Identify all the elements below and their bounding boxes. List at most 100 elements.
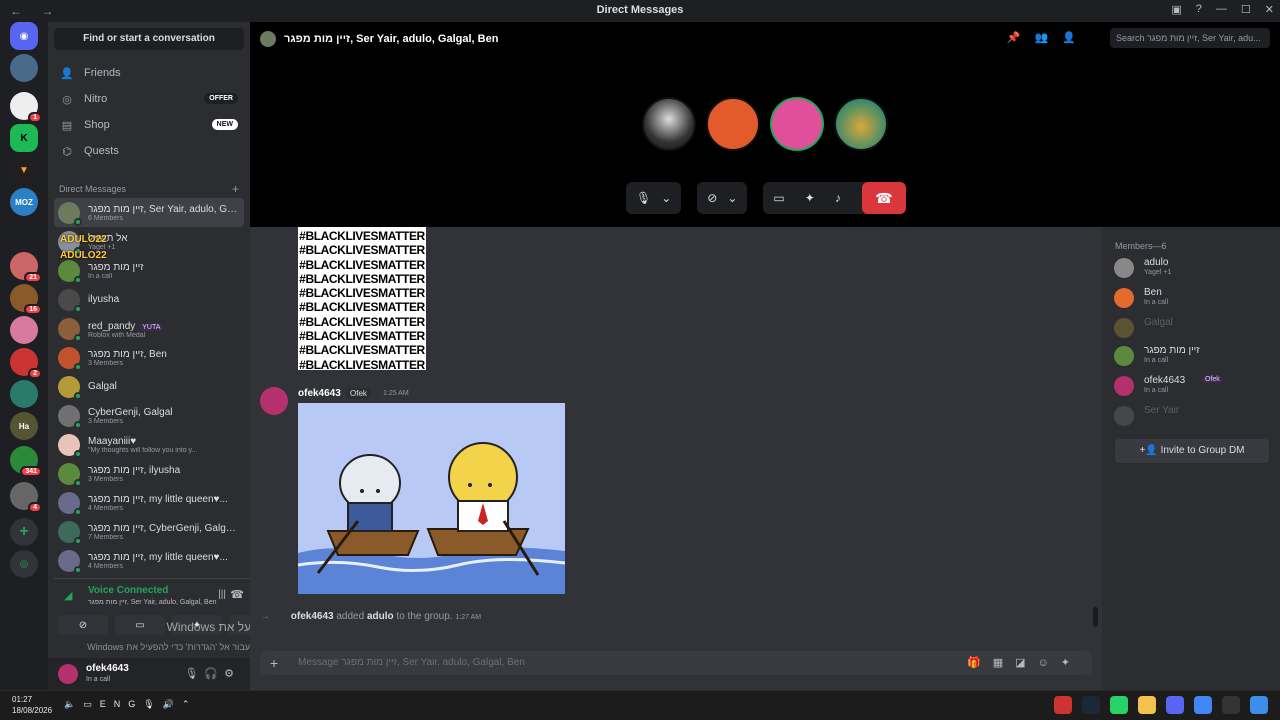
camera-control[interactable]: ⊘ ⌄ (697, 182, 748, 214)
dm-item[interactable]: זיין מות מפגר, Ben 3 Members (54, 343, 244, 372)
nav-friends[interactable]: 👤 Friends (54, 60, 244, 86)
windows-start-icon[interactable] (1250, 696, 1268, 714)
dm-item[interactable]: ilyusha (54, 285, 244, 314)
gift-icon[interactable]: 🎁 (967, 657, 993, 669)
speaker-icon[interactable]: 🔈 (64, 699, 83, 709)
maximize-icon[interactable]: ☐ (1241, 3, 1251, 16)
network-icon[interactable]: ▭ (83, 699, 100, 709)
member-item[interactable]: Ser Yair (1114, 403, 1274, 429)
dm-item[interactable]: זיין מות מפגר, my little queen♥... 4 Memb… (54, 546, 244, 575)
server-icon[interactable]: Ha (10, 412, 38, 440)
add-server-icon[interactable]: + (10, 518, 38, 546)
add-attachment-icon[interactable]: + (270, 655, 278, 671)
server-icon[interactable]: 1 (10, 92, 42, 123)
sticker-icon[interactable]: ◪ (1015, 657, 1037, 669)
server-icon[interactable]: 16 (10, 284, 42, 315)
server-icon[interactable]: 2 (10, 348, 42, 379)
steam-icon[interactable] (1082, 696, 1100, 714)
member-item[interactable]: Galgal (1114, 315, 1274, 341)
dm-item[interactable]: זיין מות מפגר, ilyusha 3 Members (54, 459, 244, 488)
clock[interactable]: 01:27 18/08/2026 (12, 694, 52, 716)
invite-button[interactable]: +👤 Invite to Group DM (1115, 439, 1269, 463)
participant-tile[interactable] (770, 97, 824, 151)
nav-nitro[interactable]: ◎ Nitro OFFER (54, 86, 244, 112)
username[interactable]: ofek4643 (86, 663, 129, 674)
chat-scrollbar[interactable] (1093, 607, 1098, 627)
discord-icon[interactable] (1166, 696, 1184, 714)
whatsapp-icon[interactable] (1110, 696, 1128, 714)
dm-item[interactable]: red_pandy YUTA Roblox with Medal (54, 314, 244, 343)
server-icon[interactable]: K (10, 124, 38, 152)
server-icon[interactable] (10, 380, 38, 408)
nav-quests[interactable]: ⌬ Quests (54, 138, 244, 164)
find-conversation-button[interactable]: Find or start a conversation (54, 28, 244, 50)
avatar[interactable] (260, 387, 288, 415)
join-arrow-icon: → (260, 611, 270, 622)
add-friends-icon[interactable]: 👥 (1035, 32, 1063, 44)
server-icon[interactable]: 21 (10, 252, 42, 283)
soundboard-icon[interactable]: ♪ (835, 191, 841, 205)
hang-up-button[interactable]: ☎ (862, 182, 906, 214)
nav-shop[interactable]: ▤ Shop NEW (54, 112, 244, 138)
inbox-icon[interactable]: ▣ (1171, 3, 1181, 16)
dm-item[interactable]: זיין מות מפגר, CyberGenji, Galgal... 7 Me… (54, 517, 244, 546)
dm-item[interactable]: CyberGenji, Galgal 3 Members (54, 401, 244, 430)
participant-tile[interactable] (834, 97, 888, 151)
settings-gear-icon[interactable]: ⚙ (224, 668, 240, 680)
discord-home-icon[interactable]: ◉ (10, 22, 38, 50)
dm-item[interactable]: Galgal (54, 372, 244, 401)
discover-icon[interactable]: ◎ (10, 550, 38, 578)
member-item[interactable]: Ben In a call (1114, 285, 1274, 311)
microphone-icon[interactable]: 🎙 (184, 668, 204, 680)
participant-tile[interactable] (642, 97, 696, 151)
chevron-down-icon[interactable]: ⌄ (727, 191, 737, 205)
gif-icon[interactable]: ▦ (993, 657, 1015, 669)
language-indicator[interactable]: ENG (100, 699, 144, 709)
chevron-down-icon[interactable]: ⌄ (661, 191, 671, 205)
member-list-icon[interactable]: 👤 (1062, 32, 1090, 44)
chevron-up-icon[interactable]: ⌃ (182, 699, 198, 709)
dm-name: זיין מות מפגר, CyberGenji, Galgal... (88, 522, 238, 534)
pin-icon[interactable]: 📌 (1007, 32, 1035, 44)
server-icon[interactable] (10, 54, 38, 82)
voice-status[interactable]: Voice Connected (88, 585, 168, 596)
server-icon[interactable] (10, 316, 38, 344)
activities-icon[interactable]: ✦ (805, 191, 815, 205)
search-icon[interactable] (1222, 696, 1240, 714)
volume-icon[interactable]: 🔊 (163, 699, 182, 709)
message-composer[interactable]: + Message זיין מות מפגר, Ser Yair, adulo… (260, 651, 1092, 675)
file-explorer-icon[interactable] (1138, 696, 1156, 714)
member-item[interactable]: adulo Yagel +1 (1114, 255, 1274, 281)
minimize-icon[interactable]: — (1216, 3, 1227, 16)
image-attachment[interactable] (298, 403, 565, 594)
mic-control[interactable]: 🎙 ⌄ (626, 182, 682, 214)
server-icon[interactable]: 4 (10, 482, 42, 513)
noise-suppression-icon[interactable]: ||| (218, 589, 226, 600)
message-input[interactable]: Message זיין מות מפגר, Ser Yair, adulo, … (298, 657, 525, 668)
screen-share-icon[interactable]: ▭ (773, 191, 784, 205)
apps-icon[interactable]: ✦ (1061, 657, 1082, 669)
help-icon[interactable]: ? (1196, 3, 1202, 16)
member-item[interactable]: זיין מות מפגר In a call (1114, 343, 1274, 369)
disconnect-icon[interactable]: ☎ (230, 588, 244, 601)
close-icon[interactable]: ✕ (1265, 3, 1274, 16)
blm-image[interactable]: #BLACKLIVESMATTER #BLACKLIVESMATTER #BLACK… (298, 227, 426, 370)
avatar[interactable] (58, 664, 78, 684)
server-icon[interactable]: 341 (10, 446, 42, 477)
server-icon[interactable]: MOZ (10, 188, 38, 216)
headphones-icon[interactable]: 🎧 (204, 668, 224, 680)
dm-item[interactable]: זיין מות מפגר, my little queen♥... 4 Memb… (54, 488, 244, 517)
server-icon[interactable]: ▼ (10, 156, 38, 184)
dm-item[interactable]: זיין מות מפגר, Ser Yair, adulo, Galgal, … (54, 198, 244, 227)
signal-icon[interactable]: ◢ (64, 589, 72, 602)
message-author[interactable]: ofek4643 (298, 388, 341, 399)
app-icon[interactable] (1054, 696, 1072, 714)
emoji-icon[interactable]: ☺ (1038, 657, 1061, 669)
chrome-icon[interactable] (1194, 696, 1212, 714)
search-input[interactable]: Search זיין מות מפגר, Ser Yair, adu... (1110, 28, 1270, 48)
dm-item[interactable]: Maayaniii♥ "My thoughts will follow you i… (54, 430, 244, 459)
member-item[interactable]: ofek4643 Ofek In a call (1114, 373, 1274, 399)
participant-tile[interactable] (706, 97, 760, 151)
mic-tray-icon[interactable]: 🎙 (143, 699, 162, 709)
create-dm-icon[interactable]: + (232, 182, 239, 196)
